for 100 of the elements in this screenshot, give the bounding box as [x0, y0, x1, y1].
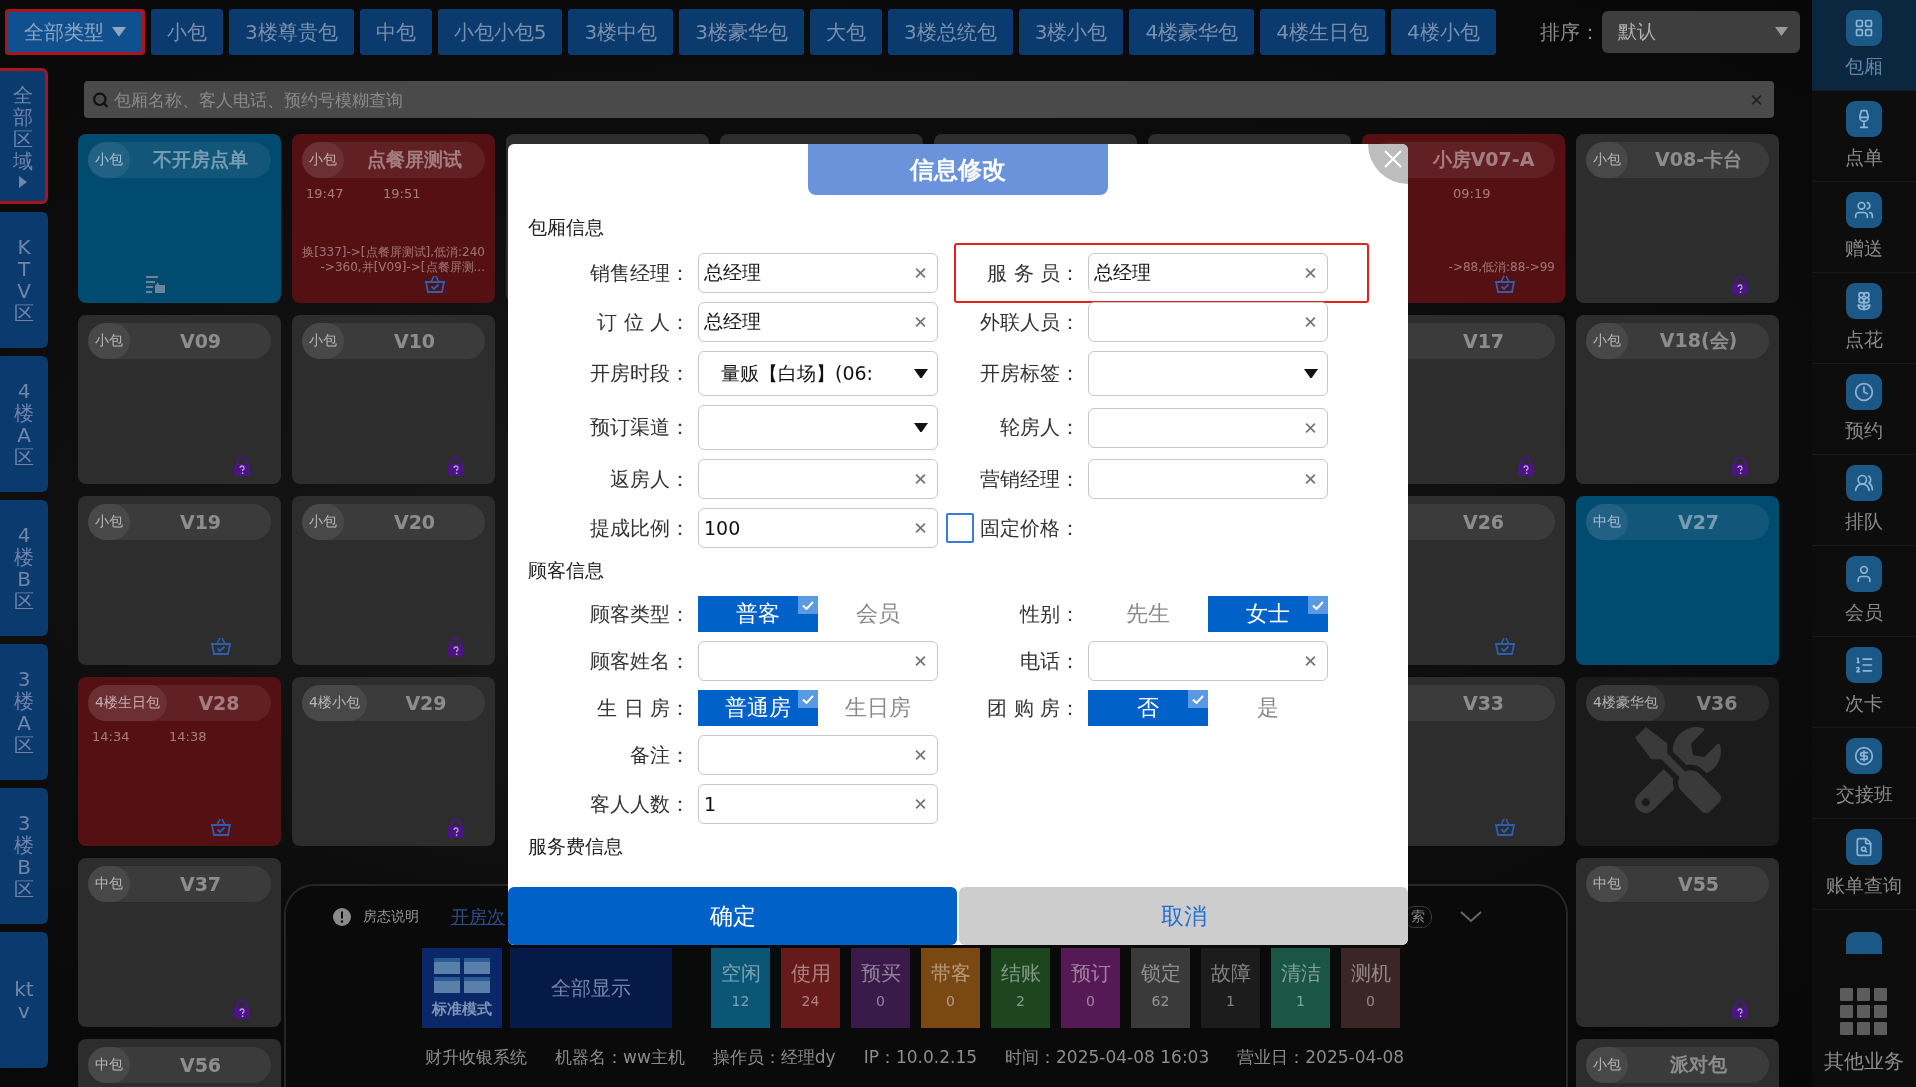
show-all-button[interactable]: 全部显示: [510, 948, 672, 1028]
type-tab[interactable]: 4楼生日包: [1260, 9, 1385, 55]
room-card[interactable]: 小包 点餐屏测试 19:47 19:51 换[337]->[点餐屏测试],低消:240->360,并[V09]->[点餐屏测...: [292, 134, 495, 303]
area-tab[interactable]: 全部区域: [0, 68, 48, 204]
area-tab[interactable]: 4楼A区: [0, 356, 48, 492]
clear-icon[interactable]: [1305, 267, 1316, 279]
room-card[interactable]: 小包 V09: [78, 315, 281, 484]
dropdown-field[interactable]: [1088, 351, 1328, 396]
room-card[interactable]: 小包 V18(会): [1576, 315, 1779, 484]
type-tab[interactable]: 全部类型: [5, 9, 145, 55]
checkbox[interactable]: [946, 513, 974, 543]
room-card[interactable]: 4楼小包 V29: [292, 677, 495, 846]
clear-icon[interactable]: [915, 267, 926, 279]
room-card[interactable]: 小包 V20: [292, 496, 495, 665]
text-field[interactable]: [698, 459, 938, 499]
status-tile[interactable]: 空闲 12: [711, 948, 770, 1028]
type-tab[interactable]: 4楼小包: [1390, 9, 1496, 55]
type-tab[interactable]: 3楼小包: [1018, 9, 1124, 55]
option-button[interactable]: 普客: [698, 596, 818, 632]
sidebar-item[interactable]: 包厢: [1812, 0, 1916, 91]
cancel-button[interactable]: 取消: [959, 887, 1408, 945]
confirm-button[interactable]: 确定: [508, 887, 957, 945]
clear-icon[interactable]: [915, 655, 926, 667]
text-field[interactable]: 总经理: [698, 253, 938, 293]
room-card[interactable]: 小包 V19: [78, 496, 281, 665]
sidebar-item[interactable]: 会员: [1812, 546, 1916, 637]
room-card[interactable]: 中包 V27: [1576, 496, 1779, 665]
option-button[interactable]: 先生: [1088, 596, 1208, 632]
text-field[interactable]: [1088, 407, 1328, 448]
type-tab[interactable]: 3楼总统包: [887, 9, 1013, 55]
area-tab[interactable]: KTV区: [0, 212, 48, 348]
sidebar-item[interactable]: 点单: [1812, 91, 1916, 182]
chevron-down-icon[interactable]: [1460, 911, 1482, 923]
text-field[interactable]: 总经理: [698, 302, 938, 342]
dropdown-field[interactable]: [698, 405, 938, 450]
sidebar-item[interactable]: 次卡: [1812, 637, 1916, 728]
clear-icon[interactable]: [915, 316, 926, 328]
rooms-link[interactable]: 开房次: [451, 905, 505, 929]
area-tab[interactable]: 3楼B区: [0, 788, 48, 924]
clear-icon[interactable]: [1305, 422, 1316, 433]
text-field[interactable]: [1088, 641, 1328, 681]
type-tab[interactable]: 小包小包5: [437, 9, 563, 55]
room-card[interactable]: 小包 V10: [292, 315, 495, 484]
option-button[interactable]: 女士: [1208, 596, 1328, 632]
room-card[interactable]: 小包 V08-卡台: [1576, 134, 1779, 303]
text-field[interactable]: [698, 641, 938, 681]
text-field[interactable]: 总经理: [1088, 253, 1328, 293]
clear-icon[interactable]: [915, 522, 926, 534]
status-tile[interactable]: 测机 0: [1341, 948, 1400, 1028]
room-card[interactable]: 小包 派对包: [1576, 1039, 1779, 1087]
status-tile[interactable]: 带客 0: [921, 948, 980, 1028]
sidebar-item[interactable]: 排队: [1812, 455, 1916, 546]
room-card[interactable]: 4楼生日包 V28 14:34 14:38: [78, 677, 281, 846]
mode-button[interactable]: 标准模式: [422, 948, 502, 1028]
room-card[interactable]: 中包 V56: [78, 1039, 281, 1087]
option-button[interactable]: 否: [1088, 690, 1208, 726]
sort-select[interactable]: 默认: [1602, 11, 1800, 53]
type-tab[interactable]: 中包: [359, 9, 432, 55]
room-card[interactable]: 小包 不开房点单: [78, 134, 281, 303]
room-card[interactable]: 中包 V37: [78, 858, 281, 1027]
area-tab[interactable]: 3楼A区: [0, 644, 48, 780]
type-tab[interactable]: 3楼豪华包: [679, 9, 804, 55]
clear-icon[interactable]: [1305, 473, 1316, 485]
more-button[interactable]: 其他业务: [1812, 954, 1916, 1087]
dropdown-field[interactable]: 量贩【白场】(06:: [698, 351, 938, 396]
option-button[interactable]: 生日房: [818, 690, 938, 726]
clear-icon[interactable]: [1305, 655, 1316, 667]
option-button[interactable]: 普通房: [698, 690, 818, 726]
search-field[interactable]: 包厢名称、客人电话、预约号模糊查询: [84, 81, 1774, 118]
type-tab[interactable]: 3楼尊贵包: [229, 9, 354, 55]
sidebar-item[interactable]: 点花: [1812, 273, 1916, 364]
text-field[interactable]: [698, 735, 938, 775]
status-tile[interactable]: 结账 2: [991, 948, 1050, 1028]
text-field[interactable]: 1: [698, 784, 938, 824]
area-tab[interactable]: 4楼B区: [0, 500, 48, 636]
room-card[interactable]: 4楼豪华包 V36: [1576, 677, 1779, 846]
sidebar-item[interactable]: 账单查询: [1812, 819, 1916, 910]
clear-icon[interactable]: [1305, 316, 1316, 328]
status-tile[interactable]: 锁定 62: [1131, 948, 1190, 1028]
sidebar-item[interactable]: 交接班: [1812, 728, 1916, 819]
option-button[interactable]: 会员: [818, 596, 938, 632]
type-tab[interactable]: 3楼中包: [568, 9, 674, 55]
type-tab[interactable]: 小包: [151, 9, 223, 55]
status-tile[interactable]: 清洁 1: [1271, 948, 1330, 1028]
status-tile[interactable]: 预买 0: [851, 948, 910, 1028]
text-field[interactable]: [1088, 459, 1328, 499]
room-card[interactable]: 中包 V55: [1576, 858, 1779, 1027]
sidebar-item[interactable]: 预约: [1812, 364, 1916, 455]
type-tab[interactable]: 大包: [809, 9, 882, 55]
status-tile[interactable]: 故障 1: [1201, 948, 1260, 1028]
clear-icon[interactable]: [915, 798, 926, 810]
status-tile[interactable]: 预订 0: [1061, 948, 1120, 1028]
clear-icon[interactable]: [915, 749, 926, 761]
option-button[interactable]: 是: [1208, 690, 1328, 726]
text-field[interactable]: 100: [698, 508, 938, 548]
app-icon[interactable]: [1846, 932, 1882, 954]
type-tab[interactable]: 4楼豪华包: [1129, 9, 1255, 55]
status-tile[interactable]: 使用 24: [781, 948, 840, 1028]
clear-icon[interactable]: [915, 473, 926, 485]
sidebar-item[interactable]: 赠送: [1812, 182, 1916, 273]
